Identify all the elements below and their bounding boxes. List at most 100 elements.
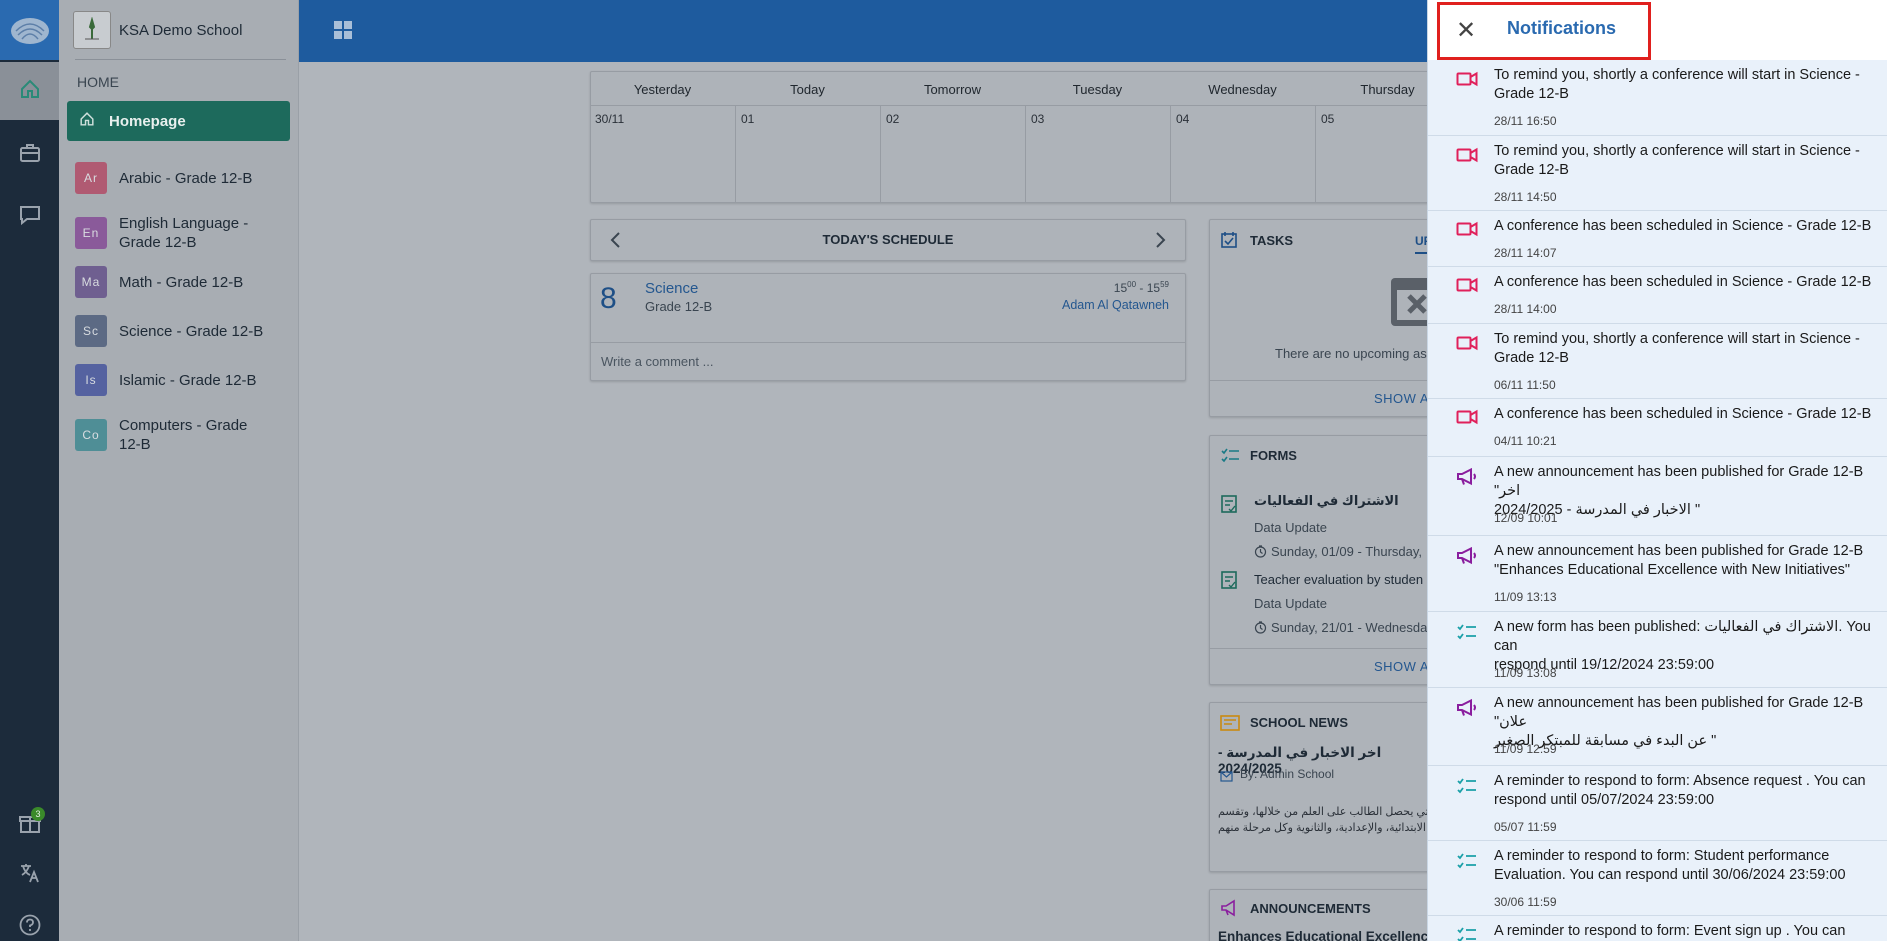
form-icon	[1456, 852, 1478, 870]
video-icon	[1456, 71, 1478, 89]
notification-text: A reminder to respond to form: Absence r…	[1494, 773, 1866, 808]
calendar-day-cell[interactable]: 30/11	[590, 105, 735, 202]
news-excerpt-line: الابتدائية، والإعدادية، والثانوية وكل مر…	[1218, 822, 1426, 834]
announcements-card: ANNOUNCEMENTS Enhances Educational Excel…	[1209, 889, 1449, 941]
app-logo[interactable]	[0, 0, 59, 60]
video-icon	[1456, 221, 1478, 239]
sidebar-item-course[interactable]: Ar Arabic - Grade 12-B	[75, 162, 269, 194]
notification-text: To remind you, shortly a conference will…	[1494, 67, 1860, 102]
calendar-day-cell[interactable]: 02	[880, 105, 1025, 202]
schedule-lesson-card[interactable]: 8 Science Grade 12-B 1500 - 1559 Adam Al…	[590, 273, 1186, 381]
notification-time: 12/09 10:01	[1494, 511, 1558, 525]
calendar-day-cell[interactable]: 03	[1025, 105, 1170, 202]
mail-icon	[1220, 769, 1233, 787]
notification-item[interactable]: A reminder to respond to form: Event sig…	[1428, 916, 1887, 941]
sidebar-item-course[interactable]: Is Islamic - Grade 12-B	[75, 364, 269, 396]
notification-time: 06/11 11:50	[1494, 378, 1556, 392]
home-section-label: HOME	[77, 74, 119, 90]
calendar-day-label: Today	[790, 82, 825, 97]
course-name: English Language - Grade 12-B	[119, 215, 249, 251]
translate-rail-button[interactable]	[0, 846, 59, 904]
sidebar-divider	[75, 59, 286, 60]
calendar-day-cell[interactable]: 04	[1170, 105, 1315, 202]
notification-item[interactable]: A reminder to respond to form: Absence r…	[1428, 766, 1887, 841]
form-doc-icon	[1220, 570, 1238, 595]
forms-icon	[1220, 447, 1240, 470]
course-badge: Co	[75, 419, 107, 451]
home-icon	[19, 78, 41, 105]
sidebar-item-course[interactable]: Co Computers - Grade 12-B	[75, 416, 269, 454]
help-rail-button[interactable]	[0, 898, 59, 941]
chat-rail-button[interactable]	[0, 188, 59, 246]
notification-text: A conference has been scheduled in Scien…	[1494, 218, 1872, 234]
tasks-icon	[1220, 231, 1238, 254]
school-logo	[73, 11, 111, 49]
form-icon	[1456, 777, 1478, 795]
notification-item[interactable]: To remind you, shortly a conference will…	[1428, 324, 1887, 399]
school-header[interactable]: KSA Demo School	[73, 10, 242, 50]
form-title[interactable]: Teacher evaluation by studen	[1254, 572, 1423, 587]
course-badge: Sc	[75, 315, 107, 347]
translate-icon	[18, 861, 42, 890]
lesson-time: 1500 - 1559	[1113, 280, 1169, 295]
video-icon	[1456, 409, 1478, 427]
calendar-day-label: Yesterday	[633, 82, 692, 97]
clock-icon	[1254, 621, 1267, 639]
comment-input[interactable]: Write a comment ...	[601, 354, 713, 369]
news-excerpt-line: التي يحصل الطالب على العلم من خلالها، وت…	[1218, 806, 1436, 818]
lesson-group: Grade 12-B	[645, 299, 713, 314]
close-icon[interactable]: ✕	[1456, 16, 1476, 45]
gift-count-badge: 3	[31, 807, 45, 821]
briefcase-rail-button[interactable]	[0, 126, 59, 184]
notification-item[interactable]: A new announcement has been published fo…	[1428, 688, 1887, 766]
megaphone-icon	[1456, 698, 1478, 717]
notification-item[interactable]: A new announcement has been published fo…	[1428, 536, 1887, 612]
notification-item[interactable]: A conference has been scheduled in Scien…	[1428, 211, 1887, 267]
left-rail: 3	[0, 0, 59, 941]
calendar-day-label: Wednesday	[1208, 82, 1277, 97]
home-icon	[79, 111, 95, 131]
sidebar-item-course[interactable]: Sc Science - Grade 12-B	[75, 315, 269, 347]
sidebar-item-course[interactable]: Ma Math - Grade 12-B	[75, 266, 269, 298]
calendar-day-cell[interactable]: 01	[735, 105, 880, 202]
chat-icon	[19, 204, 41, 231]
forms-title: FORMS	[1250, 448, 1297, 463]
form-doc-icon	[1220, 494, 1238, 519]
lesson-subject[interactable]: Science	[645, 280, 698, 297]
teacher-name[interactable]: Adam Al Qatawneh	[1062, 298, 1169, 312]
course-name: Islamic - Grade 12-B	[119, 371, 257, 389]
home-rail-button[interactable]	[0, 62, 59, 120]
notification-item[interactable]: A conference has been scheduled in Scien…	[1428, 399, 1887, 457]
notification-text: To remind you, shortly a conference will…	[1494, 143, 1860, 178]
notification-item[interactable]: A new form has been published: الاشتراك …	[1428, 612, 1887, 688]
sidebar-item-label: Homepage	[109, 112, 186, 130]
forms-card: FORMS الاشتراك في الفعاليات Data Update …	[1209, 435, 1449, 685]
notification-item[interactable]: A new announcement has been published fo…	[1428, 457, 1887, 536]
calendar-day-label: Tuesday	[1072, 82, 1123, 97]
form-icon	[1456, 623, 1478, 641]
sidebar-item-course[interactable]: En English Language - Grade 12-B	[75, 214, 269, 252]
notification-item[interactable]: To remind you, shortly a conference will…	[1428, 136, 1887, 211]
clock-icon	[1254, 545, 1267, 563]
notification-item[interactable]: A reminder to respond to form: Student p…	[1428, 841, 1887, 916]
comment-divider	[591, 342, 1185, 343]
forms-show-all-link[interactable]: SHOW A	[1374, 659, 1429, 674]
schedule-header: TODAY'S SCHEDULE	[590, 219, 1186, 261]
sidebar-item-homepage[interactable]: Homepage	[67, 101, 290, 141]
course-badge: Ar	[75, 162, 107, 194]
apps-grid-icon[interactable]	[333, 20, 353, 45]
news-author: By: Admin School	[1240, 767, 1335, 781]
form-date: Sunday, 21/01 - Wednesda	[1271, 620, 1428, 635]
announcement-item[interactable]: Enhances Educational Excellence	[1218, 929, 1436, 941]
form-title[interactable]: الاشتراك في الفعاليات	[1254, 493, 1399, 509]
chevron-right-icon[interactable]	[1153, 231, 1167, 254]
calendar-day-label: Tomorrow	[923, 82, 982, 97]
notification-item[interactable]: To remind you, shortly a conference will…	[1428, 60, 1887, 136]
notification-text: A conference has been scheduled in Scien…	[1494, 406, 1872, 422]
notification-item[interactable]: A conference has been scheduled in Scien…	[1428, 267, 1887, 324]
notification-time: 11/09 12:59	[1494, 742, 1557, 756]
news-title: SCHOOL NEWS	[1250, 715, 1348, 730]
tasks-show-all-link[interactable]: SHOW A	[1374, 391, 1429, 406]
notification-text: A reminder to respond to form: Student p…	[1494, 848, 1846, 883]
form-date: Sunday, 01/09 - Thursday,	[1271, 544, 1423, 559]
